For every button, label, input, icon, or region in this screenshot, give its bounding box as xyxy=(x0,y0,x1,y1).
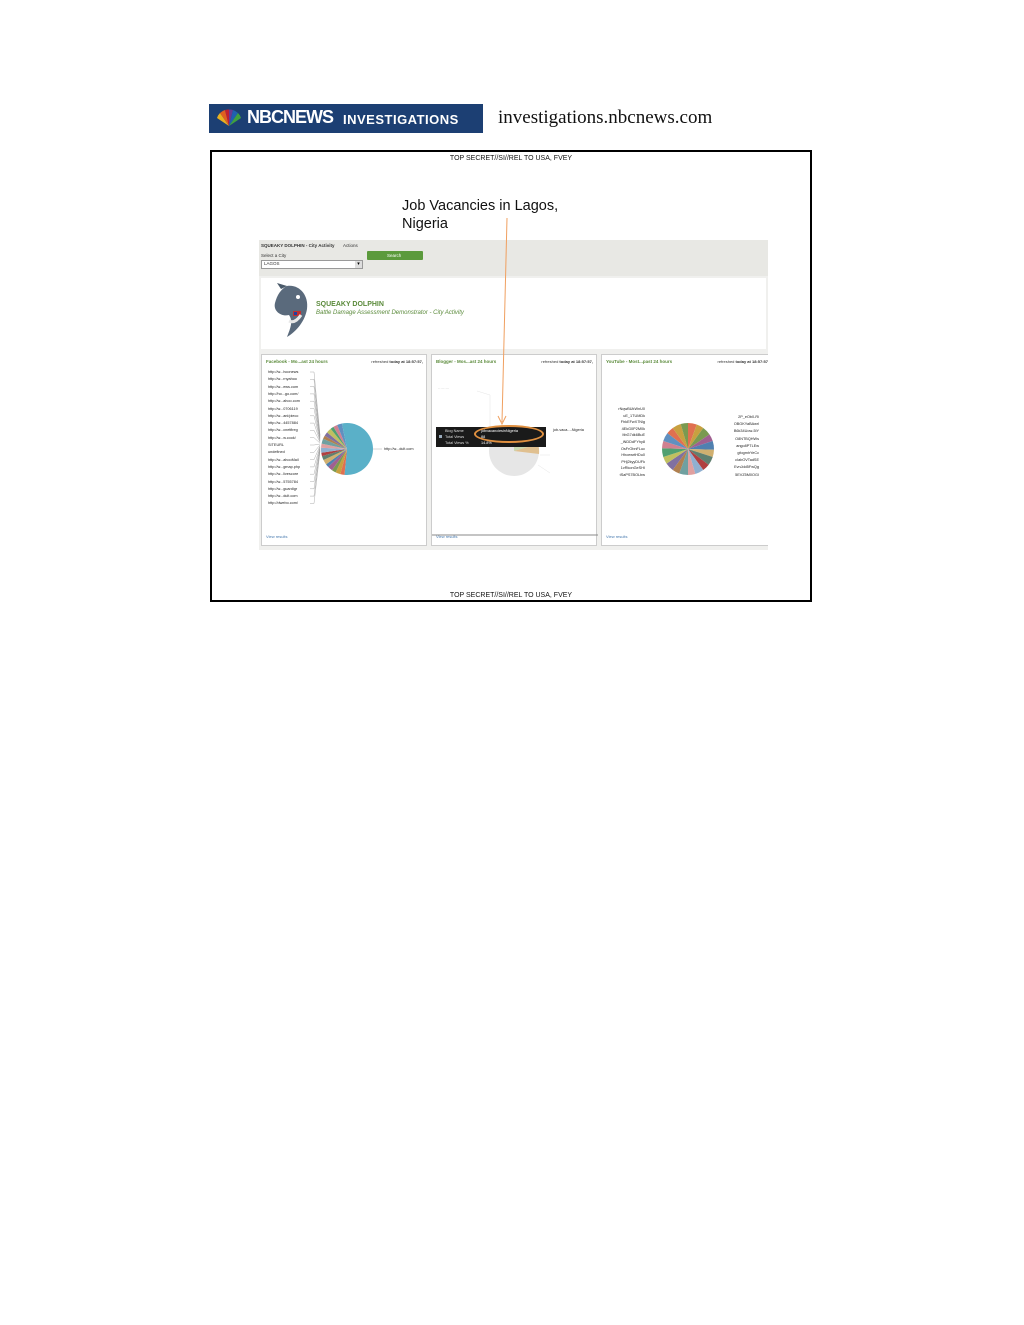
peacock-icon xyxy=(217,109,241,126)
slide-frame: TOP SECRET//SI//REL TO USA, FVEY Job Vac… xyxy=(210,150,812,602)
logo-section-text: INVESTIGATIONS xyxy=(343,112,459,127)
annotation-arrow xyxy=(497,217,508,426)
classification-bottom: TOP SECRET//SI//REL TO USA, FVEY xyxy=(449,592,573,599)
site-url: investigations.nbcnews.com xyxy=(498,107,713,128)
nbc-news-investigations-logo: NBCNEWS INVESTIGATIONS xyxy=(209,104,483,133)
logo-brand-text: NBCNEWS xyxy=(247,107,334,127)
